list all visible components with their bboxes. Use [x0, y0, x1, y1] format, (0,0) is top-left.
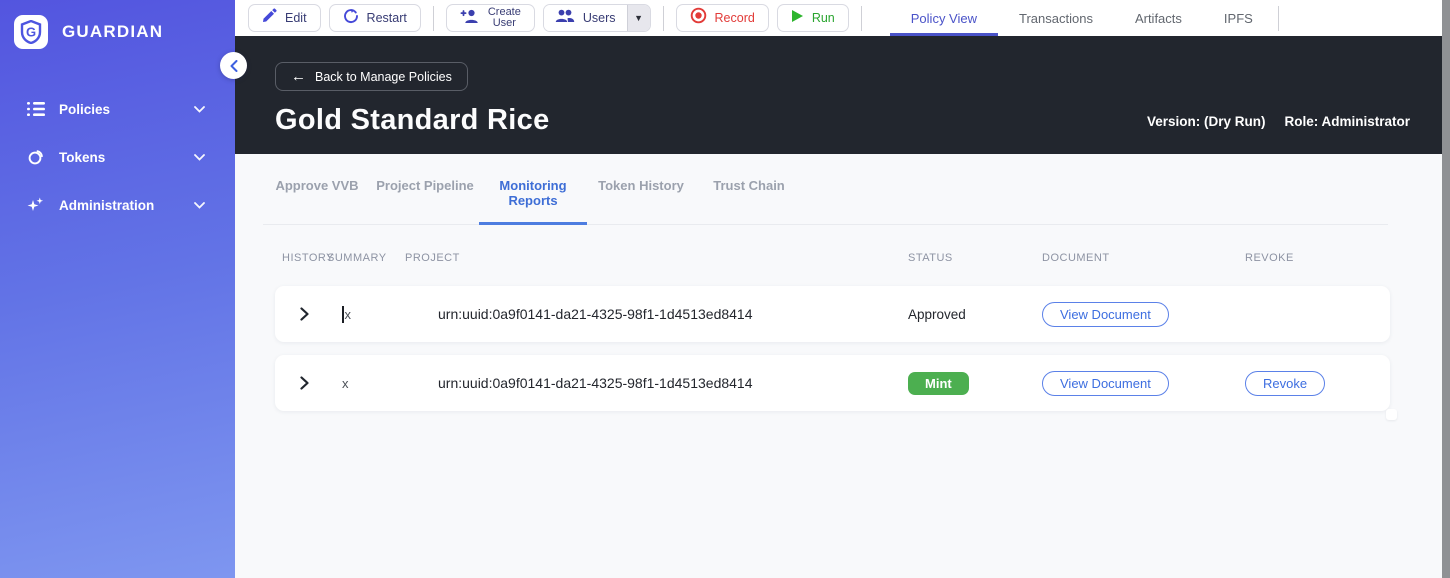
status-cell: Approved [908, 306, 966, 322]
restart-button[interactable]: Restart [328, 4, 421, 32]
expand-row-button[interactable] [275, 307, 327, 321]
sidebar-nav: Policies Tokens Administration [0, 85, 235, 229]
table-header: HISTORY SUMMARY PROJECT STATUS DOCUMENT … [275, 252, 1390, 264]
document-cell: View Document [1042, 301, 1245, 327]
users-button[interactable]: Users [543, 5, 627, 31]
tab-approve-vvb[interactable]: Approve VVB [263, 178, 371, 225]
main-content: Approve VVB Project Pipeline Monitoring … [235, 154, 1442, 578]
create-user-button[interactable]: Create User [445, 4, 535, 32]
chevron-right-icon [300, 307, 309, 321]
sidebar-item-label: Tokens [59, 149, 106, 165]
column-header-status: STATUS [908, 252, 953, 264]
column-header-revoke: REVOKE [1245, 252, 1294, 264]
summary-cell[interactable]: x [327, 376, 405, 391]
sidebar-item-policies[interactable]: Policies [0, 85, 235, 133]
vertical-scrollbar[interactable] [1442, 0, 1450, 578]
run-button[interactable]: Run [776, 4, 849, 32]
version-label: Version: (Dry Run) [1146, 114, 1266, 129]
sidebar-collapse-button[interactable] [220, 52, 247, 79]
arrow-left-icon: ← [291, 68, 306, 85]
tab-transactions[interactable]: Transactions [998, 0, 1114, 36]
restart-button-label: Restart [366, 11, 407, 25]
users-icon [555, 9, 575, 28]
tab-project-pipeline[interactable]: Project Pipeline [371, 178, 479, 225]
status-cell: Mint [908, 371, 1042, 395]
tab-token-history[interactable]: Token History [587, 178, 695, 225]
toolbar-divider [860, 5, 862, 31]
toolbar-divider [662, 5, 664, 31]
toolbar-tabs: Policy View Transactions Artifacts IPFS [889, 0, 1274, 36]
column-header-document: DOCUMENT [1042, 252, 1110, 264]
view-document-button[interactable]: View Document [1042, 370, 1169, 396]
top-toolbar: Edit Restart Create User Users ▼ Record … [235, 0, 1442, 36]
create-user-button-label: Create User [487, 5, 521, 29]
users-split-button: Users ▼ [542, 4, 651, 32]
sidebar: G GUARDIAN Policies Tokens Administratio… [0, 0, 235, 578]
back-button-label: Back to Manage Policies [315, 69, 452, 84]
edit-button-label: Edit [285, 11, 307, 25]
person-add-icon [460, 8, 480, 29]
record-icon [690, 7, 707, 29]
chevron-down-icon [194, 100, 205, 118]
tab-ipfs[interactable]: IPFS [1203, 0, 1274, 36]
guardian-app: G GUARDIAN Policies Tokens Administratio… [0, 0, 1450, 578]
summary-cell[interactable]: x [327, 305, 405, 323]
policy-header: ← Back to Manage Policies Gold Standard … [235, 36, 1442, 154]
table-row: x urn:uuid:0a9f0141-da21-4325-98f1-1d451… [275, 355, 1390, 411]
role-label: Role: Administrator [1284, 114, 1410, 129]
toolbar-divider [432, 5, 434, 31]
run-button-label: Run [811, 11, 835, 25]
tab-policy-view[interactable]: Policy View [889, 0, 998, 36]
tab-monitoring-reports[interactable]: Monitoring Reports [479, 178, 587, 225]
pencil-icon [262, 8, 277, 28]
text-cursor [342, 305, 344, 323]
project-cell: urn:uuid:0a9f0141-da21-4325-98f1-1d4513e… [438, 375, 753, 391]
restart-icon [343, 8, 359, 29]
policy-meta: Version: (Dry Run) Role: Administrator [1147, 114, 1410, 129]
toolbar-divider [1277, 5, 1279, 31]
table-row: x urn:uuid:0a9f0141-da21-4325-98f1-1d451… [275, 286, 1390, 342]
view-document-button[interactable]: View Document [1042, 301, 1169, 327]
sidebar-item-label: Policies [59, 101, 111, 117]
column-header-history: HISTORY [282, 252, 334, 264]
chevron-down-icon [194, 196, 205, 214]
app-title: GUARDIAN [62, 22, 164, 41]
tab-trust-chain[interactable]: Trust Chain [695, 178, 803, 225]
expand-row-button[interactable] [275, 376, 327, 390]
logo: G GUARDIAN [0, 0, 235, 49]
tab-artifacts[interactable]: Artifacts [1114, 0, 1203, 36]
project-cell: urn:uuid:0a9f0141-da21-4325-98f1-1d4513e… [438, 306, 753, 322]
sidebar-item-tokens[interactable]: Tokens [0, 133, 235, 181]
guardian-logo-icon: G [14, 15, 48, 49]
chevron-down-icon [194, 148, 205, 166]
report-tabs: Approve VVB Project Pipeline Monitoring … [263, 178, 1388, 225]
record-button[interactable]: Record [675, 4, 769, 32]
column-header-summary: SUMMARY [327, 252, 387, 264]
play-icon [791, 9, 804, 28]
record-button-label: Record [714, 11, 755, 25]
status-badge: Mint [908, 371, 969, 395]
scroll-chip [1386, 409, 1397, 420]
users-button-label: Users [582, 11, 616, 25]
users-dropdown-arrow[interactable]: ▼ [626, 5, 650, 31]
list-icon [27, 100, 45, 118]
chevron-right-icon [300, 376, 309, 390]
document-cell: View Document [1042, 370, 1245, 396]
sidebar-item-label: Administration [59, 197, 155, 213]
edit-button[interactable]: Edit [248, 4, 321, 32]
back-to-manage-policies-button[interactable]: ← Back to Manage Policies [275, 62, 468, 91]
caret-down-icon: ▼ [634, 13, 643, 23]
policy-title: Gold Standard Rice [275, 104, 550, 136]
revoke-cell: Revoke [1245, 370, 1390, 396]
sparkle-icon [27, 196, 45, 214]
svg-text:G: G [26, 25, 36, 40]
sidebar-item-administration[interactable]: Administration [0, 181, 235, 229]
token-icon [27, 148, 45, 166]
column-header-project: PROJECT [405, 252, 460, 264]
revoke-button[interactable]: Revoke [1245, 370, 1326, 396]
chevron-left-icon [230, 59, 237, 72]
